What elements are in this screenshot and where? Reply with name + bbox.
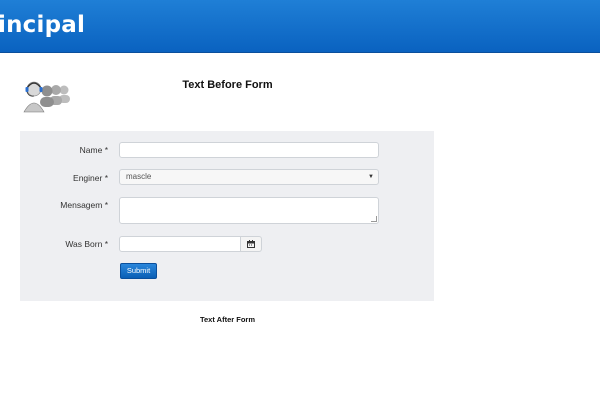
chevron-down-icon: ▼ <box>368 174 374 180</box>
text-after-form: Text After Form <box>199 315 255 324</box>
text-before-form: Text Before Form <box>182 79 273 91</box>
customer-support-logo-icon <box>23 81 70 113</box>
born-label: Was Born * <box>65 239 108 249</box>
message-label: Mensagem * <box>60 200 108 210</box>
engine-select-value: mascle <box>126 172 152 181</box>
submit-button[interactable]: Submit <box>120 263 157 279</box>
engine-select[interactable]: mascle ▼ <box>119 169 379 185</box>
name-label: Name * <box>79 145 108 155</box>
message-textarea[interactable] <box>119 197 379 224</box>
calendar-button[interactable] <box>241 236 262 252</box>
calendar-icon <box>247 240 255 248</box>
resize-handle-icon[interactable] <box>371 216 377 222</box>
born-date-input[interactable] <box>119 236 241 252</box>
name-input[interactable] <box>119 142 379 158</box>
engine-label: Enginer * <box>73 173 108 183</box>
app-header: incipal <box>0 0 600 53</box>
app-title: incipal <box>0 12 86 38</box>
